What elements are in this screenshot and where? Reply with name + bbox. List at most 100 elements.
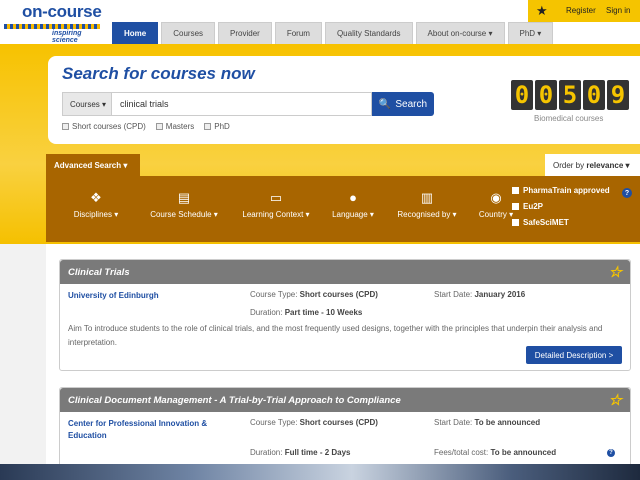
help-icon[interactable]: ? — [622, 188, 632, 198]
register-link[interactable]: Register — [566, 6, 596, 15]
tab-forum[interactable]: Forum — [274, 22, 322, 44]
results-list: Clinical Trials ☆ University of Edinburg… — [46, 244, 640, 480]
monitor-icon: ▭ — [269, 190, 283, 205]
check-safescimet[interactable]: SafeSciMET — [512, 218, 610, 227]
result-title-bar[interactable]: Clinical Trials ☆ — [60, 260, 630, 284]
search-button[interactable]: 🔍 Search — [372, 92, 434, 116]
filter-language[interactable]: ● Language ▾ — [320, 190, 386, 219]
counter-digit: 0 — [583, 80, 605, 110]
filter-recognised-by[interactable]: ▥ Recognised by ▾ — [386, 190, 468, 219]
filter-learning-context[interactable]: ▭ Learning Context ▾ — [232, 190, 320, 219]
globe-icon: ◉ — [490, 190, 502, 205]
result-duration: Duration: Full time - 2 Days — [250, 448, 351, 457]
advanced-panel: ❖ Disciplines ▾ ▤ Course Schedule ▾ ▭ Le… — [46, 176, 640, 242]
result-title[interactable]: Clinical Document Management - A Trial-b… — [68, 395, 401, 406]
tab-phd[interactable]: PhD ▾ — [507, 22, 554, 44]
filter-label: Learning Context ▾ — [242, 210, 310, 219]
result-course-type: Course Type: Short courses (CPD) — [250, 418, 378, 427]
checkbox[interactable] — [62, 123, 69, 130]
filter-disciplines[interactable]: ❖ Disciplines ▾ — [56, 190, 136, 219]
check-label: SafeSciMET — [523, 218, 569, 227]
field-label: Start Date: — [434, 418, 473, 427]
checkbox[interactable] — [512, 187, 519, 194]
result-title[interactable]: Clinical Trials — [68, 267, 130, 278]
program-checks: PharmaTrain approved Eu2P SafeSciMET — [512, 186, 610, 227]
background-landscape-image — [0, 464, 640, 480]
check-eu2p[interactable]: Eu2P — [512, 202, 610, 211]
course-type-checks: Short courses (CPD) Masters PhD — [62, 122, 230, 131]
filter-label: Course Schedule ▾ — [150, 210, 218, 219]
filter-bar: ❖ Disciplines ▾ ▤ Course Schedule ▾ ▭ Le… — [56, 190, 524, 219]
search-type-select[interactable]: Courses ▾ — [62, 92, 112, 116]
field-value: Part time - 10 Weeks — [284, 308, 363, 317]
field-label: Start Date: — [434, 290, 473, 299]
field-value: Short courses (CPD) — [299, 418, 378, 427]
on-course-logo[interactable]: on-course inspiring science — [4, 2, 102, 44]
result-fees: Fees/total cost: To be announced — [434, 448, 556, 457]
checkbox[interactable] — [512, 219, 519, 226]
search-input[interactable] — [112, 92, 372, 116]
favorite-star-icon[interactable]: ☆ — [609, 263, 622, 281]
tab-provider[interactable]: Provider — [218, 22, 272, 44]
field-value: To be announced — [474, 418, 541, 427]
field-value: Full time - 2 Days — [284, 448, 351, 457]
field-label: Course Type: — [250, 290, 298, 299]
result-institution[interactable]: University of Edinburgh — [68, 290, 238, 302]
check-label: PharmaTrain approved — [523, 186, 610, 195]
check-masters[interactable]: Masters — [155, 122, 195, 131]
account-bar: ★ Register Sign in — [528, 0, 640, 22]
result-course-type: Course Type: Short courses (CPD) — [250, 290, 378, 299]
favorite-star-icon[interactable]: ☆ — [609, 391, 622, 409]
order-value: relevance ▾ — [586, 160, 630, 170]
speech-bubble-icon: ● — [349, 190, 357, 205]
check-pharmatrain[interactable]: PharmaTrain approved — [512, 186, 610, 195]
counter-digit: 0 — [535, 80, 557, 110]
checkbox[interactable] — [512, 203, 519, 210]
building-icon: ▥ — [420, 190, 434, 205]
detailed-description-button[interactable]: Detailed Description > — [526, 346, 622, 364]
advanced-search-tab[interactable]: Advanced Search ▾ — [46, 154, 140, 176]
logo-stripe — [4, 24, 100, 29]
signin-link[interactable]: Sign in — [606, 6, 630, 15]
tab-home[interactable]: Home — [112, 22, 159, 44]
check-label: Masters — [165, 122, 195, 131]
tab-about[interactable]: About on-course ▾ — [415, 22, 505, 44]
tags-icon: ❖ — [90, 190, 102, 205]
top-header: on-course inspiring science Home Courses… — [0, 0, 640, 44]
result-card: Clinical Trials ☆ University of Edinburg… — [59, 259, 631, 371]
field-value: Short courses (CPD) — [299, 290, 378, 299]
field-label: Duration: — [250, 308, 283, 317]
check-label: Short courses (CPD) — [72, 122, 146, 131]
help-icon[interactable]: ? — [607, 449, 615, 457]
search-title: Search for courses now — [62, 64, 255, 83]
filter-label: Disciplines ▾ — [73, 210, 119, 219]
filter-label: Country ▾ — [478, 210, 514, 219]
result-institution[interactable]: Center for Professional Innovation & Edu… — [68, 418, 238, 442]
tab-quality-standards[interactable]: Quality Standards — [324, 22, 413, 44]
book-icon: ▤ — [177, 190, 191, 205]
tab-courses[interactable]: Courses — [161, 22, 216, 44]
result-start-date: Start Date: To be announced — [434, 418, 540, 427]
counter-digit: 9 — [607, 80, 629, 110]
course-counter: 0 0 5 0 9 — [511, 80, 629, 110]
field-label: Course Type: — [250, 418, 298, 427]
filter-course-schedule[interactable]: ▤ Course Schedule ▾ — [136, 190, 232, 219]
search-button-label: Search — [395, 98, 428, 110]
main-nav: Home Courses Provider Forum Quality Stan… — [112, 22, 554, 44]
star-icon[interactable]: ★ — [536, 3, 548, 19]
result-title-bar[interactable]: Clinical Document Management - A Trial-b… — [60, 388, 630, 412]
check-phd[interactable]: PhD — [204, 122, 230, 131]
filter-label: Language ▾ — [332, 210, 374, 219]
check-short-courses[interactable]: Short courses (CPD) — [62, 122, 146, 131]
result-start-date: Start Date: January 2016 — [434, 290, 525, 299]
field-label: Fees/total cost: — [434, 448, 489, 457]
order-by-dropdown[interactable]: Order by relevance ▾ — [545, 154, 640, 176]
result-duration: Duration: Part time - 10 Weeks — [250, 308, 362, 317]
filter-label: Recognised by ▾ — [397, 210, 457, 219]
checkbox[interactable] — [155, 123, 163, 130]
counter-label: Biomedical courses — [534, 114, 604, 123]
field-value: January 2016 — [474, 290, 526, 299]
search-icon: 🔍 — [378, 98, 392, 110]
checkbox[interactable] — [204, 123, 212, 130]
field-label: Duration: — [250, 448, 283, 457]
